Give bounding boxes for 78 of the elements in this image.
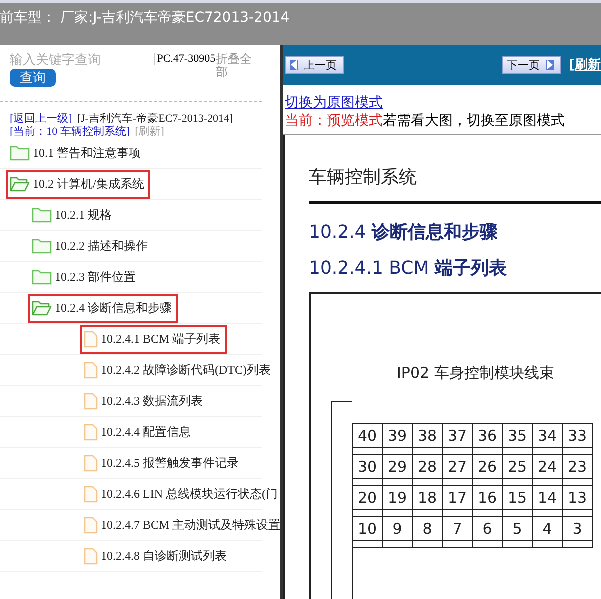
- open-folder-icon: [32, 300, 52, 316]
- pin-cell: 23: [563, 455, 593, 486]
- tree-item[interactable]: 10.1 警告和注意事项: [8, 140, 145, 166]
- tree-item[interactable]: 10.2.4.4 配置信息: [82, 420, 195, 445]
- pin-cell: 15: [503, 486, 533, 517]
- pin-cell: 40: [353, 424, 383, 455]
- pin-cell: 8: [413, 517, 443, 548]
- back-link[interactable]: [返回上一级]: [10, 113, 72, 126]
- pin-cell: 28: [413, 455, 443, 486]
- pin-cell: 17: [443, 486, 473, 517]
- pin-cell: 7: [443, 517, 473, 548]
- tree-item[interactable]: 10.2.4.1 BCM 端子列表: [82, 326, 225, 352]
- pin-cell: 10: [353, 517, 383, 548]
- search-button[interactable]: 查询: [10, 69, 56, 87]
- pin-cell: 4: [533, 517, 563, 548]
- pin-cell: 3: [563, 517, 593, 548]
- pin-cell: 30: [353, 455, 383, 486]
- tree-item[interactable]: 10.2.4.8 自诊断测试列表: [82, 544, 231, 569]
- document-icon: [84, 516, 98, 534]
- document-icon: [84, 392, 98, 410]
- document-header: 车辆控制系统: [309, 166, 418, 190]
- section-heading: 10.2.4.1 BCM 端子列表: [309, 257, 508, 280]
- tree-item[interactable]: 10.2.3 部件位置: [30, 264, 140, 290]
- tree-item[interactable]: 10.2.4.7 BCM 主动测试及特殊设置: [82, 512, 280, 538]
- pin-cell: 38: [413, 424, 443, 455]
- tree-item[interactable]: 10.2.4.3 数据流列表: [82, 388, 207, 414]
- mode-hint: 若需看大图，切换至原图模式: [383, 112, 565, 128]
- tree-item[interactable]: 10.2.2 描述和操作: [30, 234, 152, 259]
- pin-cell: 19: [383, 486, 413, 517]
- pin-cell: 6: [473, 517, 503, 548]
- current-link[interactable]: [当前：10 车辆控制系统]: [10, 126, 130, 138]
- folder-icon: [32, 207, 52, 224]
- section-heading: 10.2.4 诊断信息和步骤: [309, 221, 499, 244]
- tree-item[interactable]: 10.2.4.6 LIN 总线模块运行状态(门: [82, 482, 280, 507]
- pin-cell: 18: [413, 486, 443, 517]
- switch-mode-link[interactable]: 切换为原图模式: [285, 95, 383, 111]
- document-icon: [84, 330, 98, 348]
- pin-cell: 14: [533, 486, 563, 517]
- code-label: PC.47-30905: [154, 53, 216, 66]
- pin-cell: 36: [473, 424, 503, 455]
- window-title: 前车型： 厂家:J-吉利汽车帝豪EC72013-2014: [0, 10, 290, 26]
- tree-item[interactable]: 10.2.1 规格: [30, 202, 116, 228]
- left-arrow-icon: [290, 60, 298, 70]
- pin-cell: 16: [473, 486, 503, 517]
- document-icon: [84, 486, 98, 503]
- document-icon: [84, 454, 98, 472]
- tree-item[interactable]: 10.2.4.5 报警触发事件记录: [82, 450, 243, 476]
- pin-cell: 13: [563, 486, 593, 517]
- document-icon: [84, 424, 98, 441]
- open-folder-icon: [10, 176, 30, 192]
- pin-cell: 25: [503, 455, 533, 486]
- tree-item[interactable]: 10.2.4 诊断信息和步骤: [30, 296, 176, 321]
- pin-cell: 39: [383, 424, 413, 455]
- folder-icon: [32, 269, 52, 286]
- pin-cell: 26: [473, 455, 503, 486]
- pin-cell: 33: [563, 424, 593, 455]
- tree-item[interactable]: 10.2 计算机/集成系统: [8, 172, 148, 197]
- pin-cell: 27: [443, 455, 473, 486]
- tree-item[interactable]: 10.2.4.2 故障诊断代码(DTC)列表: [82, 358, 275, 383]
- pin-cell: 9: [383, 517, 413, 548]
- document-icon: [84, 548, 98, 565]
- pin-cell: 29: [383, 455, 413, 486]
- pin-cell: 20: [353, 486, 383, 517]
- pin-cell: 37: [443, 424, 473, 455]
- next-page-button[interactable]: 下一页: [502, 56, 562, 74]
- folder-icon: [10, 145, 30, 162]
- pin-cell: 24: [533, 455, 563, 486]
- pin-cell: 34: [533, 424, 563, 455]
- figure-caption: IP02 车身控制模块线束: [396, 364, 556, 383]
- refresh-link[interactable]: [刷新: [569, 56, 601, 74]
- pin-cell: 5: [503, 517, 533, 548]
- previous-page-button[interactable]: 上一页: [285, 56, 344, 74]
- vehicle-label: [J-吉利汽车-帝豪EC7-2013-2014]: [77, 113, 234, 126]
- document-icon: [84, 362, 98, 379]
- mode-label: 当前：预览模式: [285, 112, 383, 128]
- right-arrow-icon: [546, 60, 554, 70]
- pin-cell: 35: [503, 424, 533, 455]
- folder-icon: [32, 238, 52, 254]
